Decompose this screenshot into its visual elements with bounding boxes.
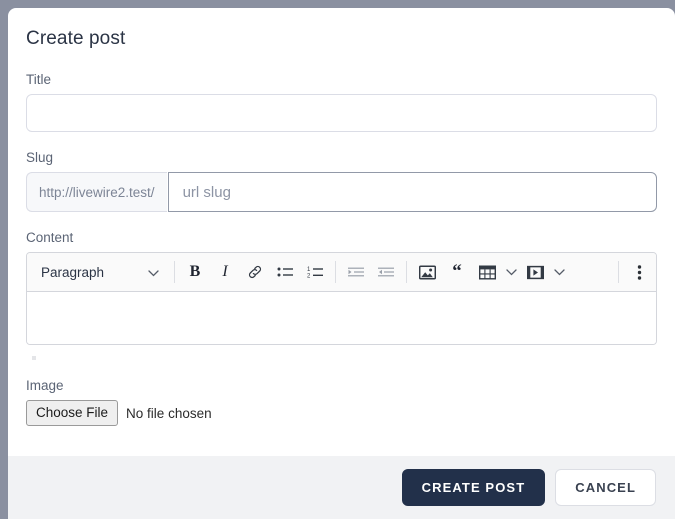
outdent-icon[interactable] (371, 257, 401, 287)
title-input[interactable] (26, 94, 657, 132)
choose-file-button[interactable]: Choose File (26, 400, 119, 427)
image-label: Image (26, 378, 64, 393)
toolbar-divider (406, 261, 407, 283)
table-chevron-down-icon[interactable] (502, 257, 520, 287)
slug-input[interactable] (167, 172, 657, 212)
image-icon[interactable] (412, 257, 442, 287)
video-chevron-down-icon[interactable] (550, 257, 568, 287)
link-icon[interactable] (240, 257, 270, 287)
table-icon[interactable] (472, 257, 502, 287)
svg-text:2: 2 (307, 274, 311, 279)
blockquote-icon[interactable]: “ (442, 257, 472, 287)
italic-icon[interactable]: I (210, 257, 240, 287)
file-status-text: No file chosen (126, 405, 212, 421)
editor-toolbar: Paragraph B I 1 2 “ (27, 253, 656, 292)
bold-icon[interactable]: B (180, 257, 210, 287)
bullet-list-icon[interactable] (270, 257, 300, 287)
image-field-group: Image Choose File No file chosen (26, 378, 657, 427)
slug-field-group: Slug http://livewire2.test/ (26, 150, 657, 212)
file-input-row[interactable]: Choose File No file chosen (26, 400, 657, 427)
overflow-menu-icon[interactable] (624, 257, 654, 287)
editor-resize-handle (32, 356, 36, 360)
slug-input-group: http://livewire2.test/ (26, 172, 657, 212)
numbered-list-icon[interactable]: 1 2 (300, 257, 330, 287)
toolbar-divider (618, 261, 619, 283)
toolbar-divider (335, 261, 336, 283)
indent-icon[interactable] (341, 257, 371, 287)
content-label: Content (26, 230, 74, 245)
block-format-select[interactable]: Paragraph (29, 253, 169, 291)
rich-text-editor: Paragraph B I 1 2 “ (26, 252, 657, 345)
title-field-group: Title (26, 72, 657, 132)
content-field-group: Content Paragraph B I 1 2 “ (26, 230, 657, 360)
create-post-button[interactable]: CREATE POST (401, 469, 546, 506)
dialog-footer: CREATE POST CANCEL (8, 456, 675, 519)
video-icon[interactable] (520, 257, 550, 287)
title-label: Title (26, 72, 52, 87)
content-editable-area[interactable] (27, 292, 656, 344)
block-format-value: Paragraph (41, 264, 105, 280)
svg-text:1: 1 (307, 267, 311, 273)
create-post-dialog: Create post Title Slug http://livewire2.… (8, 8, 675, 519)
toolbar-divider (174, 261, 175, 283)
dialog-title: Create post (26, 28, 126, 49)
slug-url-prefix: http://livewire2.test/ (26, 172, 167, 212)
cancel-button[interactable]: CANCEL (555, 469, 656, 506)
slug-label: Slug (26, 150, 54, 165)
chevron-down-icon (148, 265, 159, 280)
dialog-body: Create post Title Slug http://livewire2.… (8, 8, 675, 456)
